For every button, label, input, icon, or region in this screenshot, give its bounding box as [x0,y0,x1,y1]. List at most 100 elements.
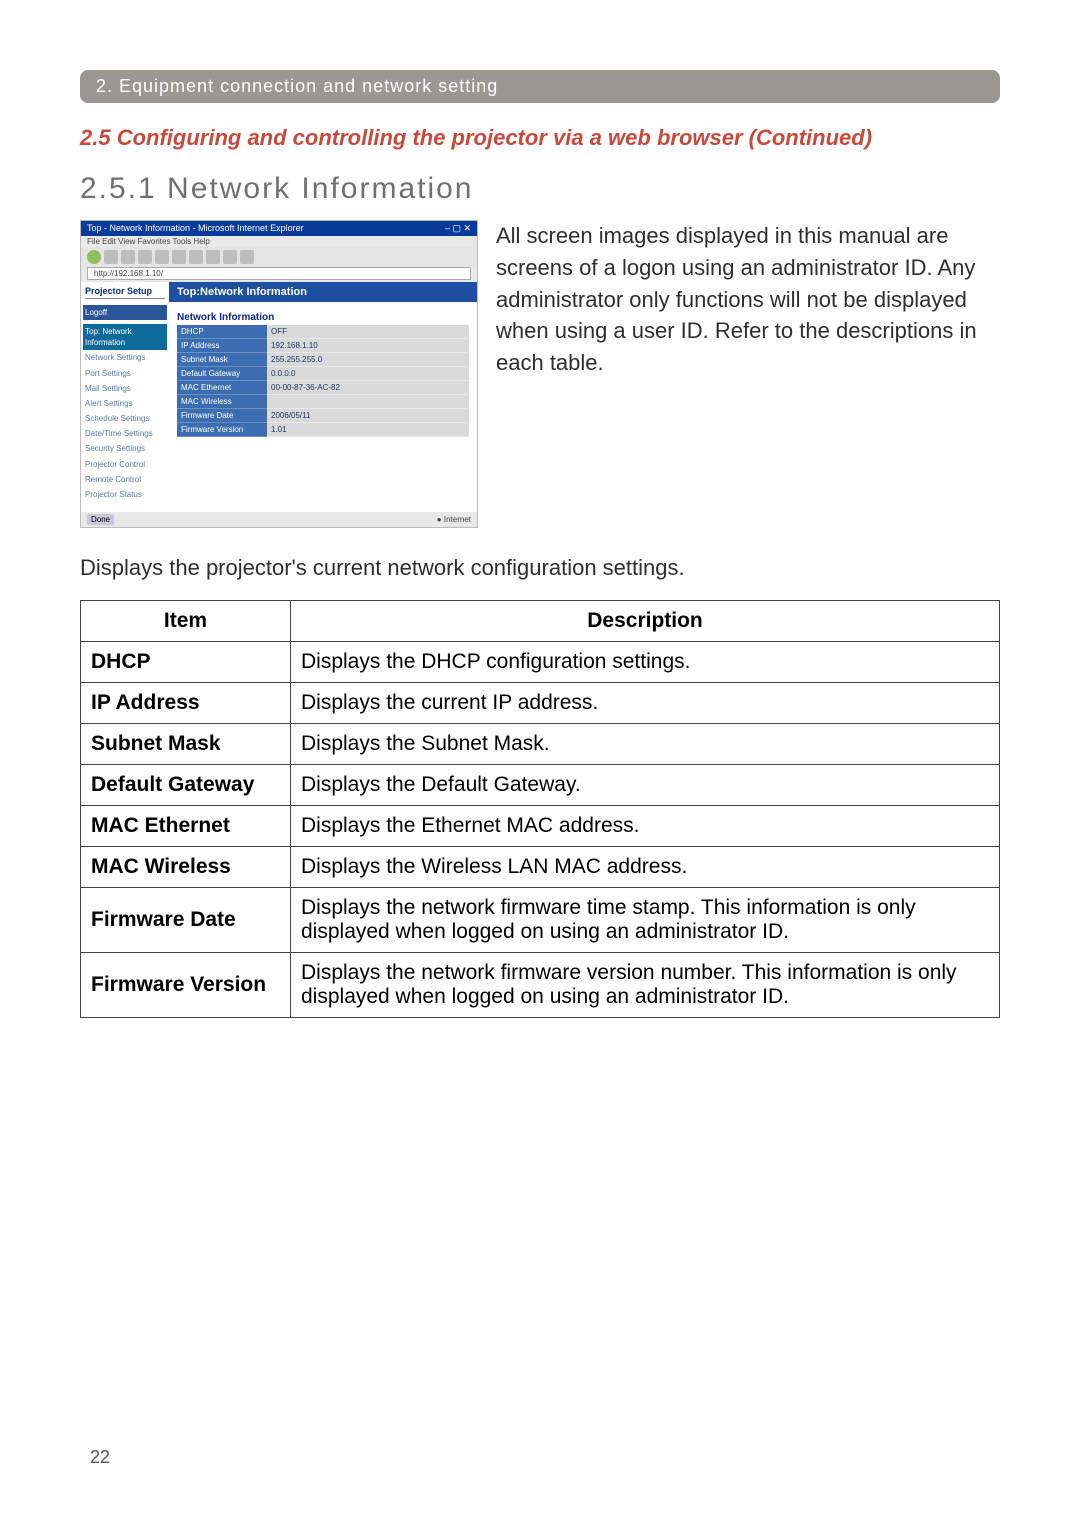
cell-item: Subnet Mask [81,723,291,764]
info-row: IP Address192.168.1.10 [177,339,469,353]
chapter-bar: 2. Equipment connection and network sett… [80,70,1000,103]
info-key: Default Gateway [177,367,267,381]
info-val: 0.0.0.0 [267,367,469,381]
cell-desc: Displays the Wireless LAN MAC address. [291,846,1000,887]
refresh-icon [138,250,152,264]
header-description: Description [291,600,1000,641]
info-key: Subnet Mask [177,353,267,367]
page: 2. Equipment connection and network sett… [0,0,1080,1514]
cell-item: DHCP [81,641,291,682]
table-row: Subnet MaskDisplays the Subnet Mask. [81,723,1000,764]
info-row: Firmware Version1.01 [177,423,469,437]
browser-titlebar: Top - Network Information - Microsoft In… [81,221,477,236]
window-controls-icon: – ▢ ✕ [445,223,471,234]
info-val: 00-00-87-36-AC-82 [267,381,469,395]
lead-text: Displays the projector's current network… [80,552,1000,584]
cell-item: IP Address [81,682,291,723]
table-header-row: Item Description [81,600,1000,641]
browser-card-title: Network Information [177,312,469,323]
info-row: DHCPOFF [177,325,469,339]
browser-window-title: Top - Network Information - Microsoft In… [87,223,304,234]
browser-sidebar: Projector Setup Logoff Top: Network Info… [81,282,169,512]
info-key: Firmware Date [177,409,267,423]
cell-item: Firmware Version [81,952,291,1017]
nav-item: Date/Time Settings [83,426,167,441]
table-row: Firmware VersionDisplays the network fir… [81,952,1000,1017]
table-row: IP AddressDisplays the current IP addres… [81,682,1000,723]
cell-item: MAC Ethernet [81,805,291,846]
cell-item: Default Gateway [81,764,291,805]
page-number: 22 [90,1447,110,1468]
nav-item: Remote Control [83,472,167,487]
nav-item: Security Settings [83,441,167,456]
cell-desc: Displays the current IP address. [291,682,1000,723]
nav-item: Network Settings [83,350,167,365]
browser-main-title: Top:Network Information [169,282,477,302]
browser-main: Top:Network Information Network Informat… [169,282,477,512]
table-row: MAC WirelessDisplays the Wireless LAN MA… [81,846,1000,887]
nav-item: Projector Status [83,487,167,502]
nav-item: Mail Settings [83,381,167,396]
subsection-title: 2.5.1 Network Information [80,172,1000,206]
browser-toolbar [81,247,477,267]
home-icon [155,250,169,264]
projector-logo: Projector Setup [85,286,165,299]
browser-address: http://192.168.1.10/ [87,267,471,280]
cell-desc: Displays the Default Gateway. [291,764,1000,805]
table-row: Firmware DateDisplays the network firmwa… [81,887,1000,952]
info-row: Firmware Date2006/05/11 [177,409,469,423]
cell-desc: Displays the network firmware version nu… [291,952,1000,1017]
intro-paragraph: All screen images displayed in this manu… [496,220,1000,379]
info-key: IP Address [177,339,267,353]
cell-desc: Displays the network firmware time stamp… [291,887,1000,952]
info-val: 1.01 [267,423,469,437]
info-table: Item Description DHCPDisplays the DHCP c… [80,600,1000,1018]
info-row: MAC Ethernet00-00-87-36-AC-82 [177,381,469,395]
stop-icon [121,250,135,264]
table-row: Default GatewayDisplays the Default Gate… [81,764,1000,805]
cell-item: MAC Wireless [81,846,291,887]
nav-item: Schedule Settings [83,411,167,426]
cell-desc: Displays the DHCP configuration settings… [291,641,1000,682]
info-val: OFF [267,325,469,339]
info-val: 192.168.1.10 [267,339,469,353]
status-internet-label: Internet [444,515,471,524]
screenshot-browser: Top - Network Information - Microsoft In… [80,220,478,528]
status-internet: ● Internet [437,515,471,524]
forward-icon [104,250,118,264]
info-row: Default Gateway0.0.0.0 [177,367,469,381]
info-val: 255.255.255.0 [267,353,469,367]
cell-item: Firmware Date [81,887,291,952]
info-key: Firmware Version [177,423,267,437]
info-key: MAC Ethernet [177,381,267,395]
browser-body: Projector Setup Logoff Top: Network Info… [81,282,477,512]
search-icon [172,250,186,264]
nav-item: Alert Settings [83,396,167,411]
status-done: Done [87,514,114,525]
nav-item: Logoff [83,305,167,320]
section-title: 2.5 Configuring and controlling the proj… [80,123,1000,154]
browser-statusbar: Done ● Internet [81,512,477,527]
back-icon [87,250,101,264]
info-row: MAC Wireless [177,395,469,409]
info-val [267,395,469,409]
favorites-icon [189,250,203,264]
cell-desc: Displays the Ethernet MAC address. [291,805,1000,846]
table-row: DHCPDisplays the DHCP configuration sett… [81,641,1000,682]
info-val: 2006/05/11 [267,409,469,423]
table-row: MAC EthernetDisplays the Ethernet MAC ad… [81,805,1000,846]
info-key: MAC Wireless [177,395,267,409]
history-icon [206,250,220,264]
browser-info-card: Network Information DHCPOFF IP Address19… [177,312,469,437]
info-row: Subnet Mask255.255.255.0 [177,353,469,367]
cell-desc: Displays the Subnet Mask. [291,723,1000,764]
info-key: DHCP [177,325,267,339]
nav-item: Port Settings [83,366,167,381]
print-icon [240,250,254,264]
mail-icon [223,250,237,264]
header-item: Item [81,600,291,641]
browser-nav: Logoff Top: Network Information Network … [83,305,167,502]
content-row: Top - Network Information - Microsoft In… [80,220,1000,528]
nav-item: Top: Network Information [83,324,167,350]
browser-menubar: File Edit View Favorites Tools Help [81,236,477,247]
